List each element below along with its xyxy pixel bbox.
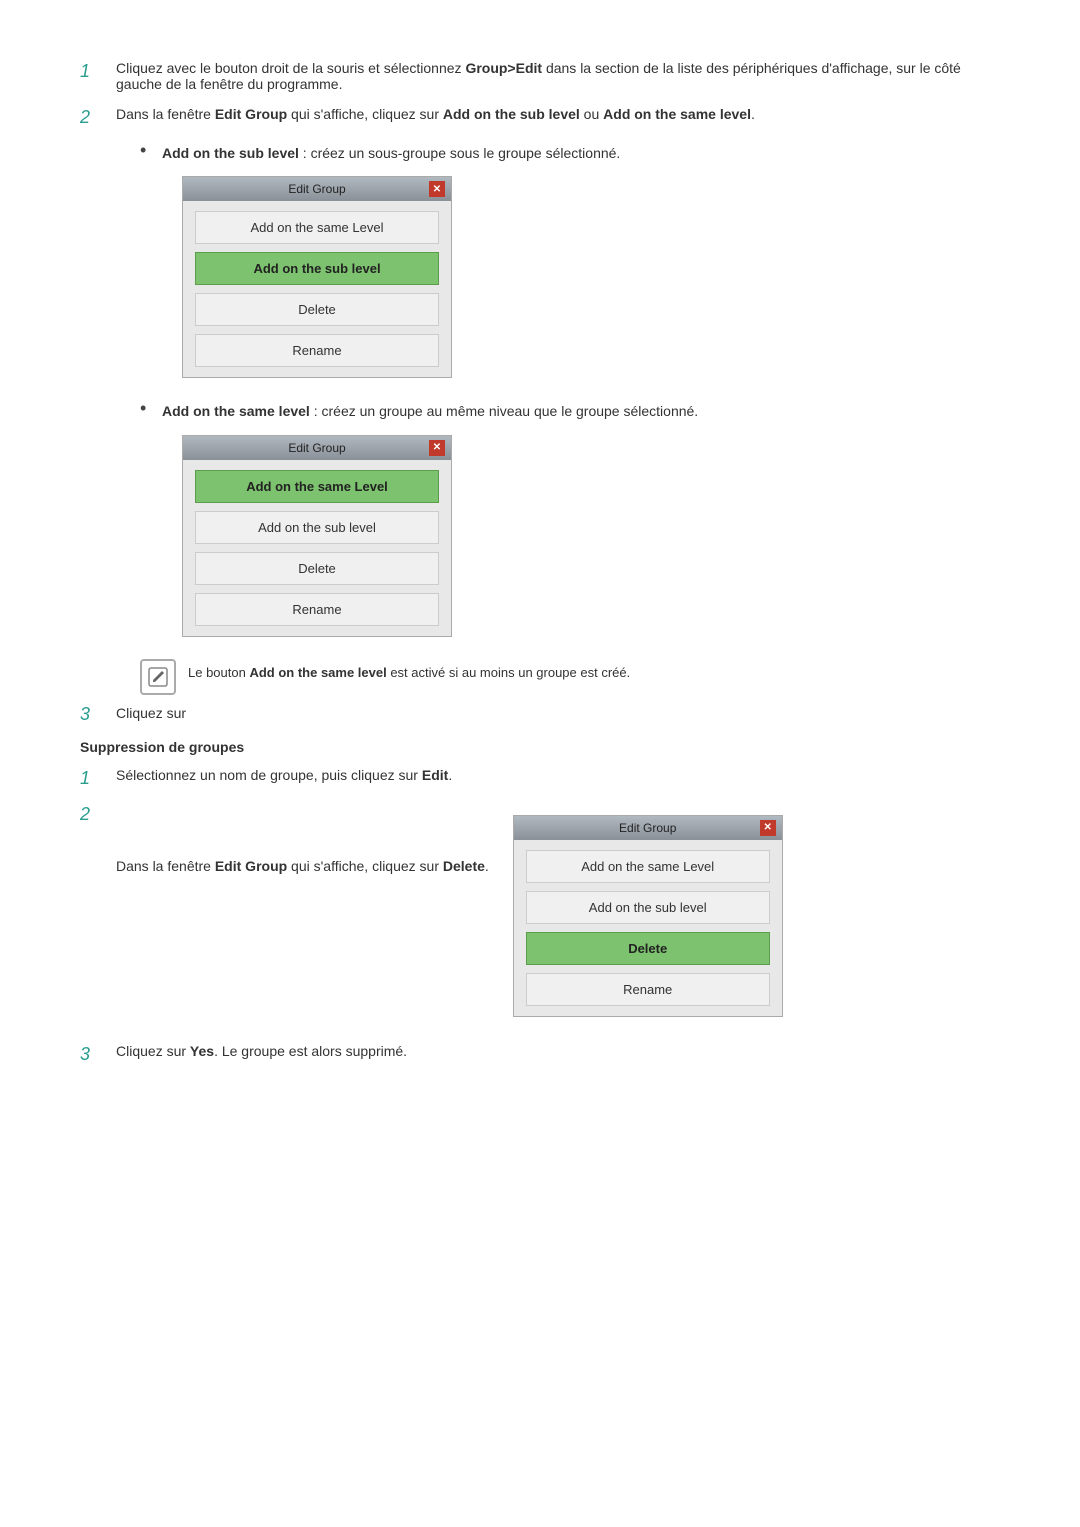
- del-step-number-1: 1: [80, 767, 116, 789]
- step-number-3: 3: [80, 703, 116, 725]
- step-2-text: Dans la fenêtre Edit Group qui s'affiche…: [116, 106, 1000, 122]
- dialog-2-title: Edit Group: [288, 441, 345, 455]
- del-step-2-text: Dans la fenêtre Edit Group qui s'affiche…: [116, 803, 1000, 1029]
- bullet-item-2: • Add on the same level : créez un group…: [140, 400, 1000, 648]
- step-1-text: Cliquez avec le bouton droit de la souri…: [116, 60, 1000, 92]
- dialog-1-body: Add on the same Level Add on the sub lev…: [183, 201, 451, 377]
- bullet1-label: Add on the sub level: [162, 145, 299, 161]
- dialog-1-title: Edit Group: [288, 182, 345, 196]
- section-heading-suppression: Suppression de groupes: [80, 739, 1000, 755]
- dialog-3-titlebar: Edit Group ✕: [514, 816, 782, 840]
- dialog-2-wrapper: Edit Group ✕ Add on the same Level Add o…: [182, 435, 452, 637]
- dialog-3-same-level-button[interactable]: Add on the same Level: [526, 850, 770, 883]
- dialog-3-sub-level-button[interactable]: Add on the sub level: [526, 891, 770, 924]
- bullet-dot-1: •: [140, 140, 162, 161]
- dialog-3-close-button[interactable]: ✕: [760, 820, 776, 836]
- bullet2-desc: : créez un groupe au même niveau que le …: [310, 403, 698, 419]
- dialog-2-titlebar: Edit Group ✕: [183, 436, 451, 460]
- step-2: 2 Dans la fenêtre Edit Group qui s'affic…: [80, 106, 1000, 128]
- pencil-icon: [147, 666, 169, 688]
- dialog-1-delete-button[interactable]: Delete: [195, 293, 439, 326]
- del-step-2: 2 Dans la fenêtre Edit Group qui s'affic…: [80, 803, 1000, 1029]
- step-3: 3 Cliquez sur: [80, 703, 1000, 725]
- dialog-2-body: Add on the same Level Add on the sub lev…: [183, 460, 451, 636]
- bullet2-label: Add on the same level: [162, 403, 310, 419]
- note-text: Le bouton Add on the same level est acti…: [188, 659, 630, 680]
- del-step-1: 1 Sélectionnez un nom de groupe, puis cl…: [80, 767, 1000, 789]
- dialog-1-sub-level-button[interactable]: Add on the sub level: [195, 252, 439, 285]
- dialog-1-same-level-button[interactable]: Add on the same Level: [195, 211, 439, 244]
- dialog-3-wrapper: Edit Group ✕ Add on the same Level Add o…: [513, 815, 783, 1017]
- dialog-1: Edit Group ✕ Add on the same Level Add o…: [182, 176, 452, 378]
- bullet-item-1: • Add on the sub level : créez un sous-g…: [140, 142, 1000, 390]
- dialog-2-delete-button[interactable]: Delete: [195, 552, 439, 585]
- dialog-3-title: Edit Group: [619, 821, 676, 835]
- del-step-1-text: Sélectionnez un nom de groupe, puis cliq…: [116, 767, 1000, 783]
- dialog-2-same-level-button[interactable]: Add on the same Level: [195, 470, 439, 503]
- dialog-2-rename-button[interactable]: Rename: [195, 593, 439, 626]
- dialog-1-rename-button[interactable]: Rename: [195, 334, 439, 367]
- note-icon: [140, 659, 176, 695]
- note-box: Le bouton Add on the same level est acti…: [140, 659, 1000, 695]
- step-1: 1 Cliquez avec le bouton droit de la sou…: [80, 60, 1000, 92]
- dialog-3: Edit Group ✕ Add on the same Level Add o…: [513, 815, 783, 1017]
- dialog-2-sub-level-button[interactable]: Add on the sub level: [195, 511, 439, 544]
- dialog-1-titlebar: Edit Group ✕: [183, 177, 451, 201]
- del-step-number-2: 2: [80, 803, 116, 825]
- step-number-2: 2: [80, 106, 116, 128]
- dialog-3-delete-button[interactable]: Delete: [526, 932, 770, 965]
- bullet-dot-2: •: [140, 398, 162, 419]
- dialog-1-close-button[interactable]: ✕: [429, 181, 445, 197]
- bullet1-desc: : créez un sous-groupe sous le groupe sé…: [299, 145, 620, 161]
- step-3-text: Cliquez sur: [116, 703, 1000, 721]
- bullet-content-1: Add on the sub level : créez un sous-gro…: [162, 142, 1000, 390]
- step-number-1: 1: [80, 60, 116, 82]
- del-step-3: 3 Cliquez sur Yes. Le groupe est alors s…: [80, 1043, 1000, 1065]
- dialog-1-wrapper: Edit Group ✕ Add on the same Level Add o…: [182, 176, 452, 378]
- dialog-3-body: Add on the same Level Add on the sub lev…: [514, 840, 782, 1016]
- dialog-2-close-button[interactable]: ✕: [429, 440, 445, 456]
- del-step-3-text: Cliquez sur Yes. Le groupe est alors sup…: [116, 1043, 1000, 1059]
- dialog-3-rename-button[interactable]: Rename: [526, 973, 770, 1006]
- dialog-2: Edit Group ✕ Add on the same Level Add o…: [182, 435, 452, 637]
- bullet-content-2: Add on the same level : créez un groupe …: [162, 400, 1000, 648]
- del-step-number-3: 3: [80, 1043, 116, 1065]
